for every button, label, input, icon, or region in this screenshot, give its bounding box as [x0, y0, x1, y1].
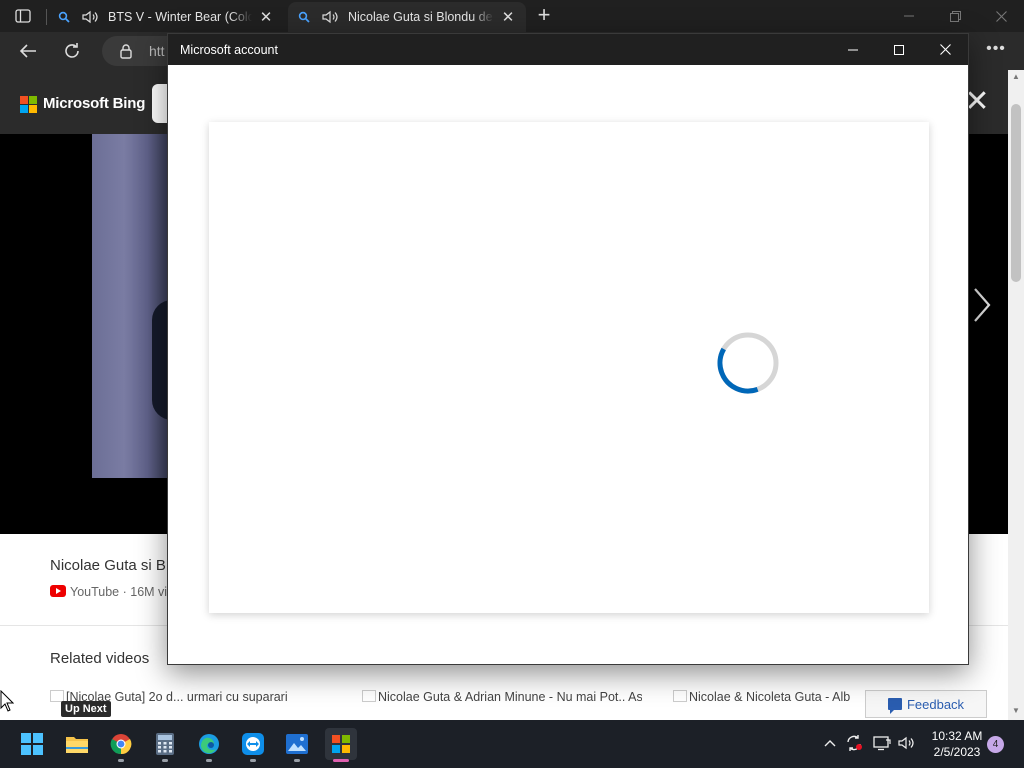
bing-brand-name[interactable]: Microsoft Bing — [43, 95, 145, 112]
related-video-item[interactable]: Nicolae Guta & Adrian Minune - Nu mai Po… — [362, 690, 642, 720]
scroll-down-arrow-icon[interactable]: ▼ — [1011, 706, 1021, 716]
related-video-item[interactable]: Nicolae & Nicoleta Guta - Alb — [673, 690, 863, 720]
active-indicator — [333, 759, 349, 762]
chrome-icon[interactable] — [105, 728, 137, 760]
close-window-icon[interactable] — [978, 0, 1024, 32]
video-source: YouTube — [70, 585, 120, 599]
teamviewer-icon[interactable] — [237, 728, 269, 760]
edge-icon[interactable] — [193, 728, 225, 760]
tab-nicolae-guta[interactable]: Nicolae Guta si Blondu de la ✕ — [288, 2, 526, 32]
refresh-icon[interactable] — [61, 40, 83, 62]
video-title[interactable]: Nicolae Guta si B — [50, 557, 166, 574]
microsoft-logo-icon[interactable] — [20, 96, 37, 113]
browser-tab-strip: BTS V - Winter Bear (Color C ✕ Nicolae G… — [0, 0, 1024, 32]
loading-spinner-icon — [717, 332, 779, 394]
speaker-icon[interactable] — [322, 10, 340, 24]
up-next-badge: Up Next — [61, 701, 111, 717]
minimize-icon[interactable] — [886, 0, 932, 32]
tab-title: BTS V - Winter Bear (Color C — [108, 10, 252, 24]
sign-in-card — [209, 122, 929, 613]
clock-time[interactable]: 10:32 AM — [931, 729, 983, 743]
close-tab-icon[interactable]: ✕ — [500, 9, 516, 26]
tab-bts-winter-bear[interactable]: BTS V - Winter Bear (Color C ✕ — [48, 2, 284, 32]
next-video-chevron-icon[interactable] — [970, 285, 994, 325]
scrollbar-thumb[interactable] — [1011, 104, 1021, 282]
related-videos-heading: Related videos — [50, 650, 150, 667]
running-indicator — [162, 759, 168, 762]
microsoft-store-icon[interactable] — [325, 728, 357, 760]
mouse-cursor-icon — [0, 690, 14, 712]
youtube-icon — [50, 585, 66, 597]
close-dialog-icon[interactable] — [922, 34, 968, 65]
microsoft-account-dialog: Microsoft account — [167, 33, 969, 665]
feedback-label: Feedback — [906, 696, 965, 712]
broken-image-icon — [362, 690, 376, 702]
show-hidden-icons-chevron-icon[interactable] — [821, 734, 839, 752]
back-arrow-icon[interactable] — [17, 40, 39, 62]
lock-icon[interactable] — [115, 40, 137, 62]
close-tab-icon[interactable]: ✕ — [258, 9, 274, 26]
file-explorer-icon[interactable] — [61, 728, 93, 760]
minimize-icon[interactable] — [830, 34, 876, 65]
scroll-up-arrow-icon[interactable]: ▲ — [1011, 72, 1021, 82]
photos-icon[interactable] — [281, 728, 313, 760]
running-indicator — [294, 759, 300, 762]
running-indicator — [118, 759, 124, 762]
feedback-icon — [887, 698, 902, 714]
feedback-button[interactable]: Feedback — [865, 690, 987, 718]
tab-title: Nicolae Guta si Blondu de la — [348, 10, 494, 24]
speaker-icon[interactable] — [82, 10, 100, 24]
volume-icon[interactable] — [898, 734, 916, 752]
sync-icon[interactable] — [845, 734, 863, 752]
clock-date[interactable]: 2/5/2023 — [929, 745, 985, 759]
running-indicator — [250, 759, 256, 762]
restore-icon[interactable] — [932, 0, 978, 32]
address-text[interactable]: htt — [149, 43, 165, 59]
dialog-titlebar[interactable]: Microsoft account — [168, 34, 968, 65]
dialog-title: Microsoft account — [180, 43, 278, 57]
notification-badge[interactable]: 4 — [987, 736, 1004, 753]
tab-actions-icon[interactable] — [10, 6, 36, 26]
running-indicator — [206, 759, 212, 762]
bing-search-icon — [58, 10, 72, 24]
bing-search-icon — [298, 10, 312, 24]
tab-separator — [46, 9, 47, 25]
more-options-icon[interactable]: ••• — [985, 40, 1007, 62]
broken-image-icon — [673, 690, 687, 702]
maximize-icon[interactable] — [876, 34, 922, 65]
start-icon[interactable] — [16, 728, 48, 760]
video-meta: YouTube · 16M vi — [70, 585, 167, 599]
network-icon[interactable] — [873, 734, 891, 752]
calculator-icon[interactable] — [149, 728, 181, 760]
new-tab-button[interactable]: + — [534, 4, 554, 26]
video-views: · 16M vi — [122, 585, 168, 599]
